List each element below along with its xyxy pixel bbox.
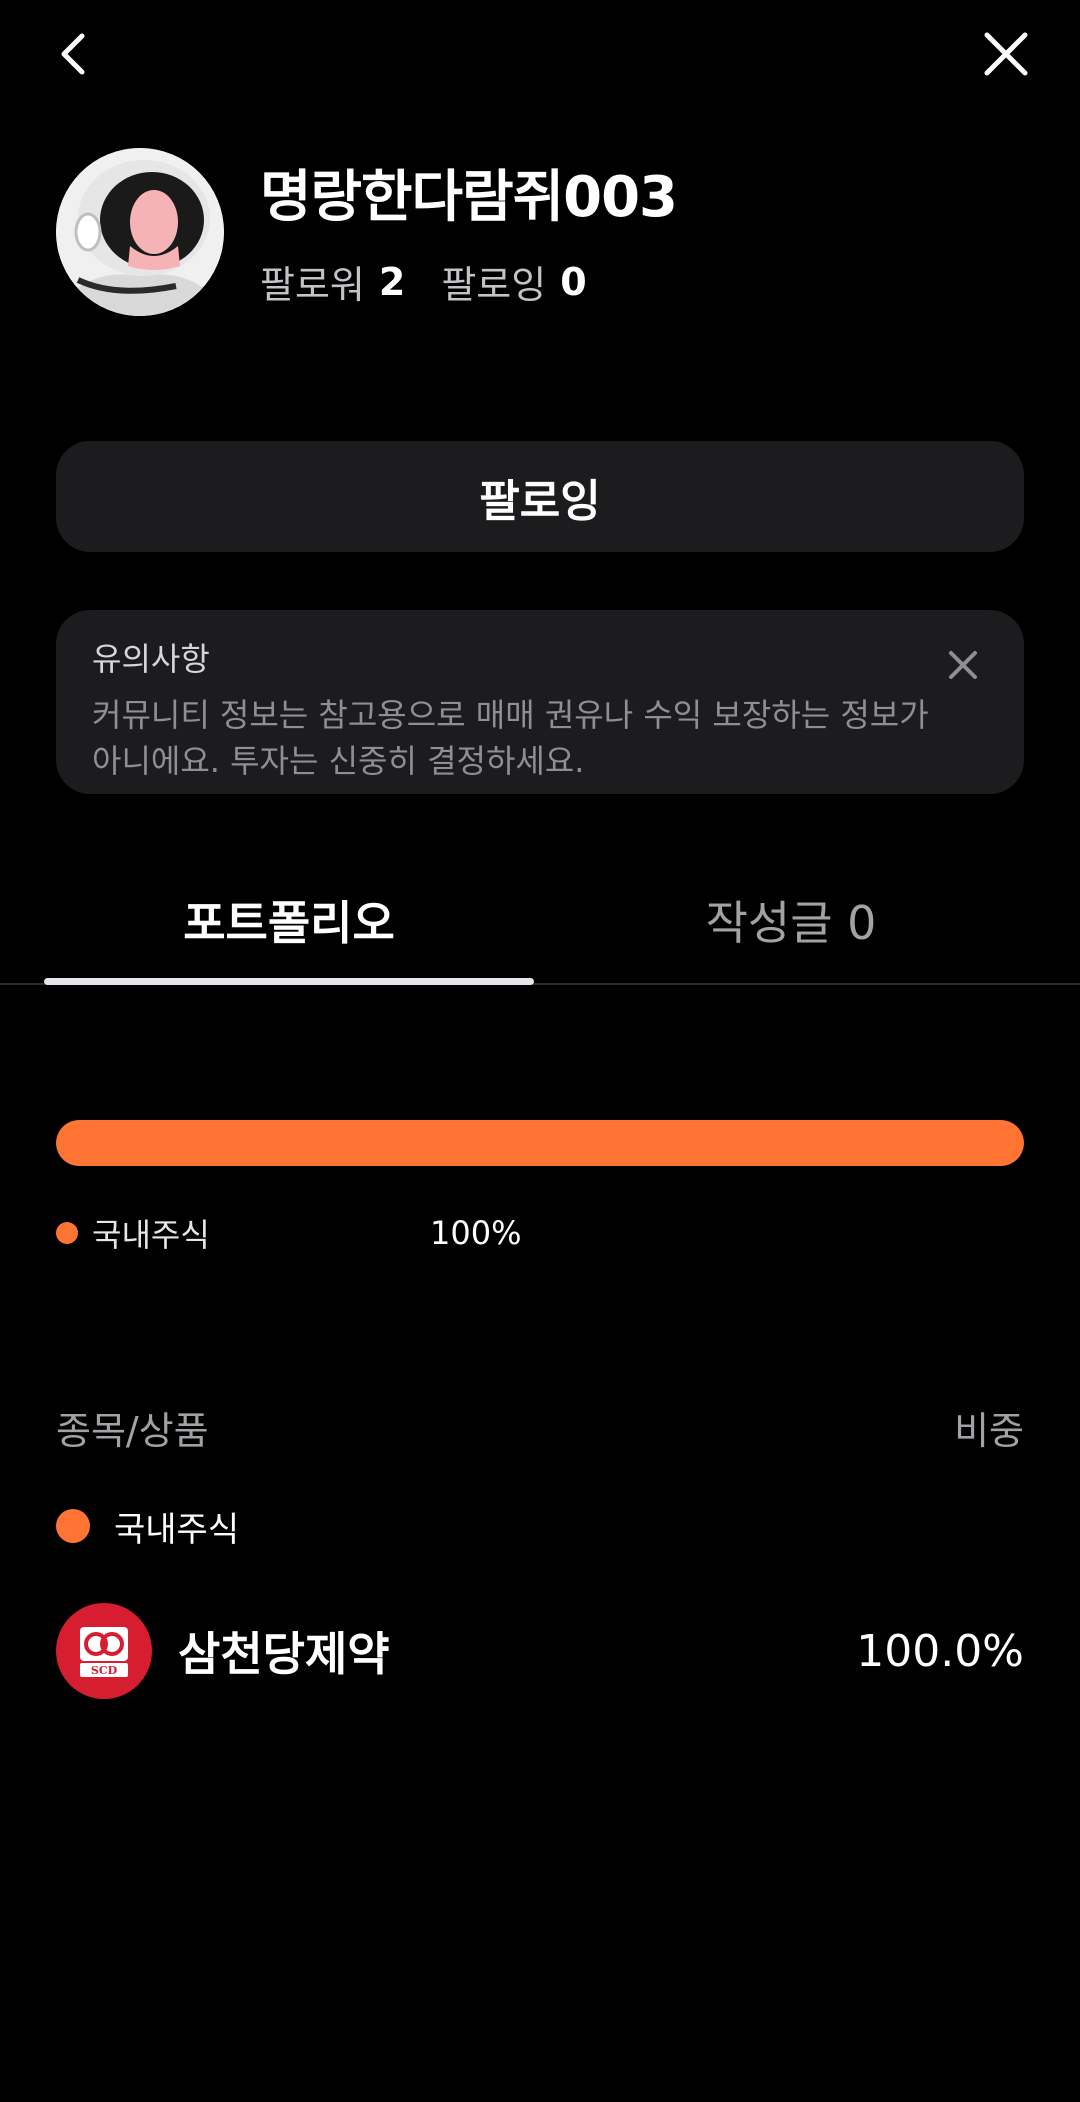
category-dot: [56, 1509, 90, 1543]
following-label: 팔로잉: [441, 263, 547, 307]
holding-row[interactable]: SCD 삼천당제약 100.0%: [56, 1602, 1024, 1700]
following-stat[interactable]: 팔로잉 0: [441, 254, 586, 309]
allocation-legend-item: 국내주식 100%: [56, 1208, 521, 1258]
tab-bar: 포트폴리오 작성글 0: [0, 860, 1080, 985]
follow-stats: 팔로워 2 팔로잉 0: [260, 254, 623, 309]
legend-label: 국내주식: [92, 1216, 210, 1254]
notice-box: 유의사항 커뮤니티 정보는 참고용으로 매매 권유나 수익 보장하는 정보가 아…: [56, 610, 1024, 794]
astronaut-avatar-icon: [56, 148, 224, 316]
close-icon: [949, 651, 977, 679]
notice-close-button[interactable]: [938, 640, 988, 690]
category-label: 국내주식: [114, 1509, 240, 1550]
close-icon: [984, 32, 1028, 76]
legend-percent: 100%: [430, 1214, 522, 1252]
holding-weight: 100.0%: [856, 1625, 1024, 1677]
following-button[interactable]: 팔로잉: [56, 441, 1024, 552]
allocation-bar: [56, 1120, 1024, 1166]
profile-page: 명랑한다람쥐003 팔로워 2 팔로잉 0 팔로잉 유의사항 커뮤니티 정보는 …: [0, 0, 1080, 2102]
notice-body: 커뮤니티 정보는 참고용으로 매매 권유나 수익 보장하는 정보가 아니에요. …: [92, 696, 929, 780]
allocation-bar-segment-domestic-stock: [56, 1120, 1024, 1166]
legend-dot: [56, 1222, 78, 1244]
holding-name: 삼천당제약: [178, 1627, 390, 1681]
logo-text: SCD: [91, 1664, 118, 1677]
close-button[interactable]: [976, 24, 1036, 84]
following-count: 0: [560, 259, 587, 304]
followers-label: 팔로워: [260, 263, 365, 307]
tab-portfolio[interactable]: 포트폴리오: [44, 860, 534, 980]
holdings-category: 국내주식: [56, 1496, 239, 1556]
followers-count: 2: [378, 259, 406, 304]
profile-name: 명랑한다람쥐003: [260, 165, 678, 230]
scd-logo-icon: SCD: [56, 1603, 152, 1699]
chevron-left-icon: [61, 33, 85, 75]
holdings-header: 종목/상품 비중: [56, 1397, 1024, 1457]
holdings-header-item: 종목/상품: [56, 1408, 209, 1453]
followers-stat[interactable]: 팔로워 2: [260, 254, 405, 309]
active-tab-indicator: [44, 978, 534, 985]
holdings-header-weight: 비중: [954, 1408, 1024, 1453]
tab-posts[interactable]: 작성글 0: [546, 860, 1036, 980]
notice-title: 유의사항: [92, 640, 210, 678]
avatar: [56, 148, 224, 316]
back-button[interactable]: [44, 24, 104, 84]
